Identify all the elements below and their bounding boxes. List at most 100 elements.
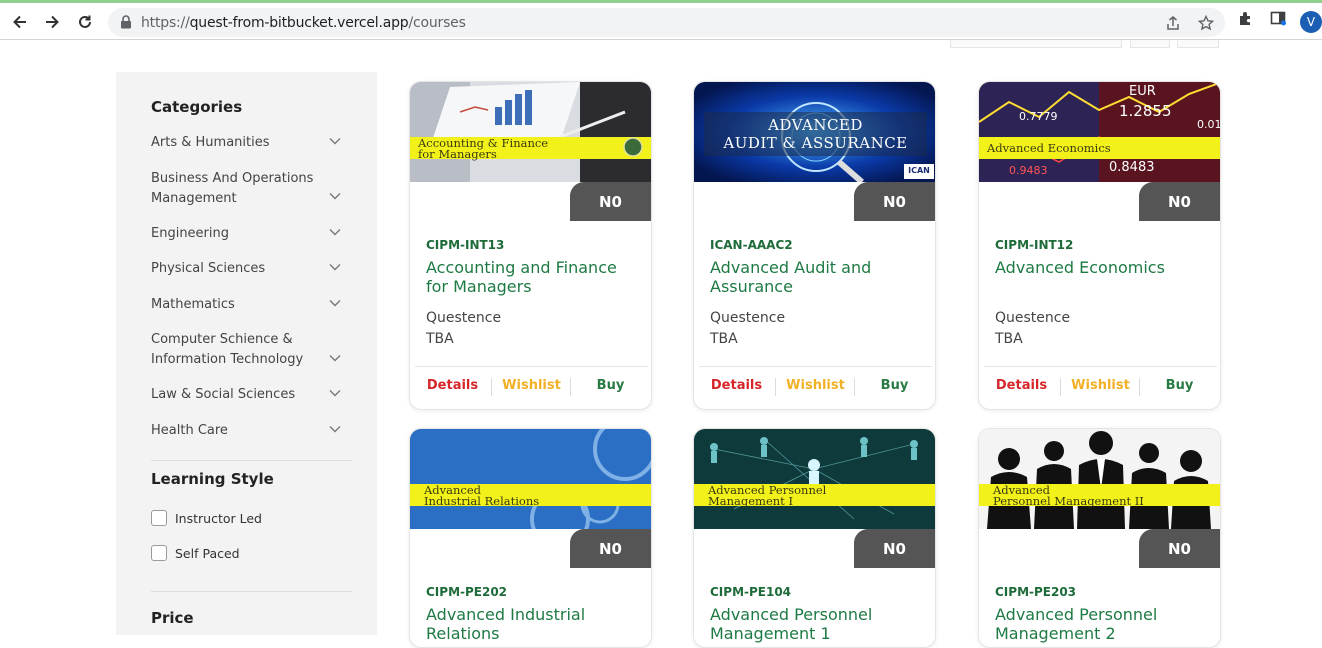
- price-tag: N0: [854, 182, 935, 221]
- course-card[interactable]: Accounting & Finance for Managers N0 CIPM…: [409, 81, 652, 410]
- course-image-personnel-1[interactable]: Advanced Personnel Management I: [694, 429, 935, 529]
- ticker-text: 0.8483: [1109, 160, 1155, 175]
- details-button[interactable]: Details: [413, 378, 492, 393]
- categories-heading: Categories: [151, 98, 243, 116]
- price-tag: N0: [570, 529, 651, 568]
- learning-style-heading: Learning Style: [151, 470, 274, 488]
- category-mathematics[interactable]: Mathematics: [151, 295, 346, 315]
- profile-avatar[interactable]: V: [1300, 11, 1322, 33]
- course-provider: Questence: [995, 310, 1071, 326]
- course-image-audit[interactable]: ADVANCED AUDIT & ASSURANCE ICAN: [694, 82, 935, 182]
- course-card[interactable]: Advanced Personnel Management II N0 CIPM-…: [978, 428, 1221, 648]
- share-icon[interactable]: [1165, 15, 1181, 36]
- lock-icon[interactable]: [120, 15, 132, 34]
- card-divider: [699, 366, 932, 367]
- wishlist-button[interactable]: Wishlist: [492, 378, 571, 393]
- ticker-text: 0.7779: [1019, 110, 1058, 123]
- details-button[interactable]: Details: [697, 378, 776, 393]
- institute-seal-icon: [623, 137, 643, 157]
- address-bar[interactable]: https://quest-from-bitbucket.vercel.app/…: [108, 8, 1225, 37]
- course-code: ICAN-AAAC2: [710, 238, 793, 252]
- category-engineering[interactable]: Engineering: [151, 224, 346, 244]
- ticker-text: EUR: [1129, 84, 1156, 99]
- course-card[interactable]: EUR 1.2855 0.7779 0.8483 0.9483 0.01 Adv…: [978, 81, 1221, 410]
- chevron-down-icon[interactable]: [329, 137, 341, 145]
- header-button-remnant: [1130, 40, 1170, 48]
- chevron-down-icon[interactable]: [329, 299, 341, 307]
- buy-button[interactable]: Buy: [855, 378, 934, 393]
- course-provider: Questence: [710, 310, 786, 326]
- course-code: CIPM-PE203: [995, 585, 1077, 599]
- course-schedule: TBA: [710, 331, 738, 347]
- course-title[interactable]: Advanced Personnel Management 1: [710, 605, 925, 643]
- filter-instructor-led[interactable]: Instructor Led: [151, 510, 262, 526]
- chevron-down-icon[interactable]: [329, 425, 341, 433]
- instructor-led-checkbox[interactable]: [151, 510, 167, 526]
- course-schedule: TBA: [426, 331, 454, 347]
- extensions-icon[interactable]: [1238, 10, 1254, 31]
- sidebar-divider: [151, 460, 352, 461]
- ican-logo: ICAN: [908, 166, 930, 175]
- course-title[interactable]: Advanced Economics: [995, 258, 1210, 277]
- price-tag: N0: [854, 529, 935, 568]
- course-title[interactable]: Accounting and Finance for Managers: [426, 258, 641, 296]
- banner-title: Advanced Personnel Management II: [993, 483, 1144, 508]
- course-image-industrial-relations[interactable]: Advanced Industrial Relations: [410, 429, 651, 529]
- forward-icon[interactable]: [38, 8, 66, 36]
- course-schedule: TBA: [995, 331, 1023, 347]
- ticker-text: 1.2855: [1119, 102, 1172, 120]
- category-health-care[interactable]: Health Care: [151, 421, 346, 441]
- course-card[interactable]: Advanced Personnel Management I N0 CIPM-P…: [693, 428, 936, 648]
- price-tag: N0: [1139, 529, 1220, 568]
- chevron-down-icon[interactable]: [329, 192, 341, 200]
- category-computer-science-it[interactable]: Computer Schience & Information Technolo…: [151, 330, 346, 369]
- course-title[interactable]: Advanced Audit and Assurance: [710, 258, 925, 296]
- banner-title: Advanced Industrial Relations: [424, 483, 540, 508]
- self-paced-checkbox[interactable]: [151, 545, 167, 561]
- star-icon[interactable]: [1197, 14, 1215, 36]
- ticker-text: 0.9483: [1009, 164, 1048, 177]
- banner-title: Accounting & Finance for Managers: [418, 136, 549, 161]
- course-code: CIPM-INT13: [426, 238, 505, 252]
- header-search-remnant: [950, 40, 1122, 48]
- category-physical-sciences[interactable]: Physical Sciences: [151, 259, 346, 279]
- chevron-down-icon[interactable]: [329, 263, 341, 271]
- category-law-social-sciences[interactable]: Law & Social Sciences: [151, 385, 346, 405]
- course-image-economics[interactable]: EUR 1.2855 0.7779 0.8483 0.9483 0.01 Adv…: [979, 82, 1220, 182]
- category-business-operations[interactable]: Business And Operations Management: [151, 169, 346, 208]
- course-title[interactable]: Advanced Industrial Relations: [426, 605, 641, 643]
- buy-button[interactable]: Buy: [1140, 378, 1219, 393]
- price-tag: N0: [570, 182, 651, 221]
- course-code: CIPM-PE104: [710, 585, 792, 599]
- course-image-accounting[interactable]: Accounting & Finance for Managers: [410, 82, 651, 182]
- course-title[interactable]: Advanced Personnel Management 2: [995, 605, 1210, 643]
- price-heading: Price: [151, 609, 194, 627]
- banner-title: Advanced Economics: [987, 141, 1111, 155]
- wishlist-button[interactable]: Wishlist: [1061, 378, 1140, 393]
- course-card[interactable]: Advanced Industrial Relations N0 CIPM-PE2…: [409, 428, 652, 648]
- chevron-down-icon[interactable]: [329, 354, 341, 362]
- course-code: CIPM-PE202: [426, 585, 508, 599]
- banner-title: ADVANCED AUDIT & ASSURANCE: [723, 116, 908, 152]
- wishlist-button[interactable]: Wishlist: [776, 378, 855, 393]
- course-provider: Questence: [426, 310, 502, 326]
- course-code: CIPM-INT12: [995, 238, 1074, 252]
- reload-icon[interactable]: [71, 8, 99, 36]
- chevron-down-icon[interactable]: [329, 389, 341, 397]
- chevron-down-icon[interactable]: [329, 228, 341, 236]
- card-divider: [415, 366, 648, 367]
- card-divider: [984, 366, 1217, 367]
- url-text: https://quest-from-bitbucket.vercel.app/…: [141, 15, 466, 31]
- price-tag: N0: [1139, 182, 1220, 221]
- course-card[interactable]: ADVANCED AUDIT & ASSURANCE ICAN N0 ICAN-A…: [693, 81, 936, 410]
- buy-button[interactable]: Buy: [571, 378, 650, 393]
- sidebar-divider: [151, 591, 352, 592]
- header-button-remnant: [1177, 40, 1219, 48]
- course-image-personnel-2[interactable]: Advanced Personnel Management II: [979, 429, 1220, 529]
- back-icon[interactable]: [6, 8, 34, 36]
- sidepanel-icon[interactable]: [1270, 10, 1286, 31]
- details-button[interactable]: Details: [982, 378, 1061, 393]
- filter-sidebar: Categories Arts & Humanities Business An…: [116, 72, 377, 635]
- category-arts-humanities[interactable]: Arts & Humanities: [151, 133, 346, 153]
- filter-self-paced[interactable]: Self Paced: [151, 545, 240, 561]
